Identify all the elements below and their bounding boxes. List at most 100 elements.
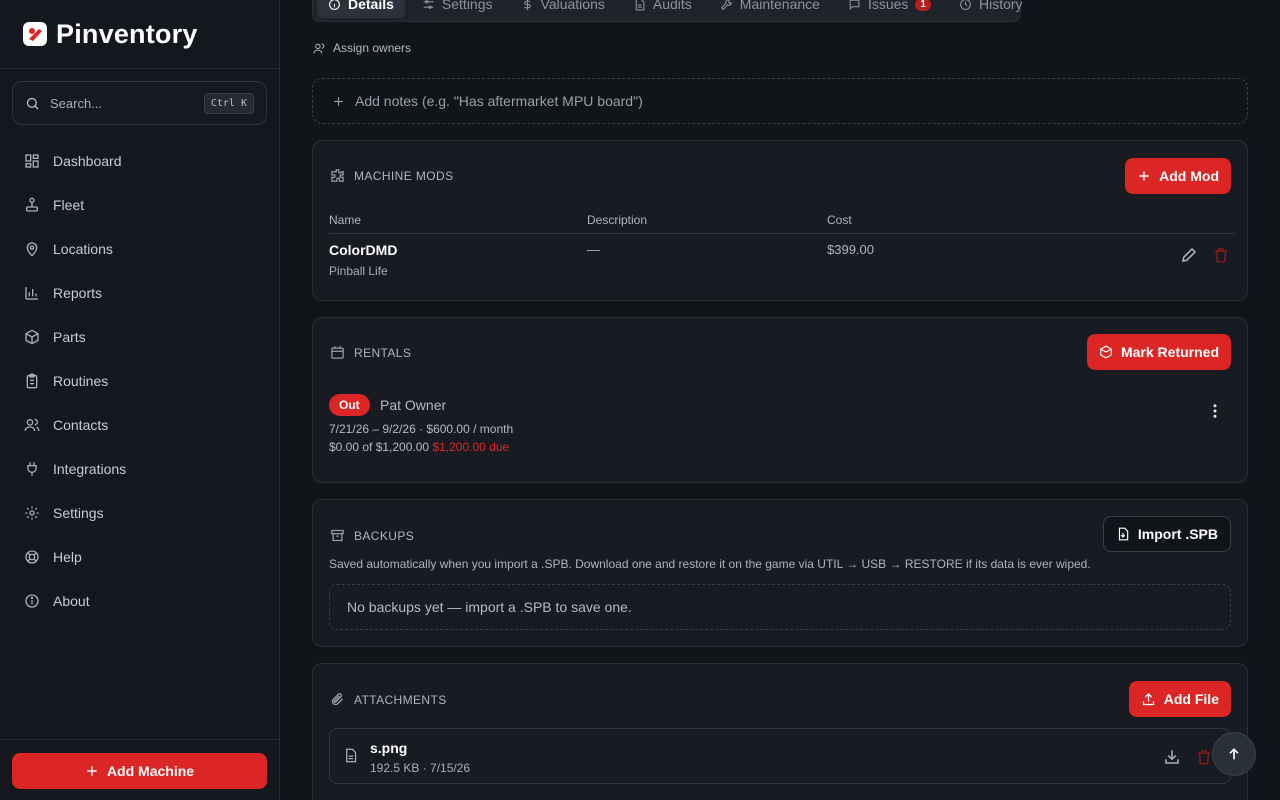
sidebar-item-parts[interactable]: Parts xyxy=(0,315,280,359)
machine-mods-card: MACHINE MODS Add Mod Name Description Co… xyxy=(312,140,1248,301)
column-header-name: Name xyxy=(329,213,362,227)
sidebar-item-label: Parts xyxy=(53,329,86,345)
scroll-to-top-button[interactable] xyxy=(1212,732,1256,776)
calendar-clock-icon xyxy=(331,346,344,359)
file-icon xyxy=(346,748,357,763)
tab-settings[interactable]: Settings xyxy=(411,0,504,18)
assign-owners-label: Assign owners xyxy=(333,41,412,55)
mod-cost: $399.00 xyxy=(827,242,874,257)
brand-name: Pinventory xyxy=(56,18,198,49)
import-spb-button[interactable]: Import .SPB xyxy=(1102,516,1231,552)
upload-icon xyxy=(1142,692,1154,705)
attachments-title: ATTACHMENTS xyxy=(354,692,447,707)
sidebar-item-label: Dashboard xyxy=(53,153,122,169)
delete-icon[interactable] xyxy=(1195,748,1213,766)
attachments-header: ATTACHMENTS xyxy=(330,692,447,707)
table-divider xyxy=(329,233,1235,234)
tab-label: Details xyxy=(348,0,394,12)
sidebar-item-label: Routines xyxy=(53,373,109,389)
assign-owners-link[interactable]: Assign owners xyxy=(313,41,411,55)
sidebar-footer: Add Machine xyxy=(0,739,280,800)
sidebar-item-label: Settings xyxy=(53,505,104,521)
sidebar-item-label: Contacts xyxy=(53,417,109,433)
brand[interactable]: Pinventory xyxy=(0,0,279,69)
sidebar-nav: Dashboard Fleet Locations Reports Parts … xyxy=(0,139,280,623)
rental-due: $1,200.00 due xyxy=(432,440,510,454)
bar-chart-icon xyxy=(25,287,38,300)
search-shortcut: Ctrl K xyxy=(203,92,254,114)
search-icon xyxy=(26,97,39,110)
mod-description: — xyxy=(587,242,600,257)
info-icon xyxy=(329,0,340,10)
sidebar-item-help[interactable]: Help xyxy=(0,535,280,579)
tab-history[interactable]: History xyxy=(948,0,1034,18)
tab-label: Issues xyxy=(867,0,909,12)
dollar-icon xyxy=(523,0,531,10)
life-buoy-icon xyxy=(25,550,39,564)
gear-icon xyxy=(25,506,39,520)
sidebar-item-locations[interactable]: Locations xyxy=(0,227,280,271)
map-pin-icon xyxy=(26,242,38,257)
sidebar-item-settings[interactable]: Settings xyxy=(0,491,280,535)
column-header-description: Description xyxy=(587,213,648,227)
edit-icon[interactable] xyxy=(1180,246,1198,264)
file-name: s.png xyxy=(370,740,408,756)
sidebar-item-about[interactable]: About xyxy=(0,579,280,623)
add-machine-label: Add Machine xyxy=(106,763,195,779)
backups-title: BACKUPS xyxy=(354,528,415,543)
dashboard-icon xyxy=(25,154,39,168)
sidebar-item-contacts[interactable]: Contacts xyxy=(0,403,280,447)
rentals-header: RENTALS xyxy=(330,345,411,360)
search-placeholder: Search... xyxy=(50,95,103,111)
add-mod-button[interactable]: Add Mod xyxy=(1125,158,1231,194)
tab-label: History xyxy=(978,0,1023,12)
add-file-button[interactable]: Add File xyxy=(1128,681,1231,717)
tab-maintenance[interactable]: Maintenance xyxy=(709,0,831,18)
tab-details[interactable]: Details xyxy=(317,0,405,18)
brand-logo-icon xyxy=(23,22,47,46)
tab-label: Valuations xyxy=(540,0,605,12)
tab-audits[interactable]: Audits xyxy=(622,0,703,18)
tab-issues[interactable]: Issues 1 xyxy=(837,0,942,18)
rental-period: 7/21/26 – 9/2/26 · $600.00 / month xyxy=(329,422,514,436)
download-icon[interactable] xyxy=(1163,748,1181,766)
sidebar-item-dashboard[interactable]: Dashboard xyxy=(0,139,280,183)
sliders-icon xyxy=(423,0,434,9)
rentals-card: RENTALS Mark Returned Out Pat Owner 7/21… xyxy=(312,317,1248,483)
delete-icon[interactable] xyxy=(1212,246,1230,264)
backups-card: BACKUPS Import .SPB Saved automatically … xyxy=(312,499,1248,647)
attachments-card: ATTACHMENTS Add File s.png 192.5 KB · 7/… xyxy=(312,663,1248,800)
list-item: s.png 192.5 KB · 7/15/26 xyxy=(329,728,1231,784)
add-machine-button[interactable]: Add Machine xyxy=(12,753,267,789)
wrench-icon xyxy=(720,0,732,10)
arrow-up-icon xyxy=(1229,748,1239,760)
tab-valuations[interactable]: Valuations xyxy=(510,0,616,18)
paperclip-icon xyxy=(331,693,343,706)
plus-icon xyxy=(1139,171,1149,181)
mod-name: ColorDMD xyxy=(329,242,398,258)
file-text-icon xyxy=(635,0,645,10)
machine-mods-title: MACHINE MODS xyxy=(354,168,454,183)
plus-icon xyxy=(87,766,97,776)
box-icon xyxy=(1100,345,1112,359)
backups-description: Saved automatically when you import a .S… xyxy=(329,557,1091,571)
sidebar-item-routines[interactable]: Routines xyxy=(0,359,280,403)
sidebar-item-reports[interactable]: Reports xyxy=(0,271,280,315)
column-header-cost: Cost xyxy=(827,213,852,227)
search-input[interactable]: Search... Ctrl K xyxy=(12,81,267,125)
add-notes-placeholder: Add notes (e.g. "Has aftermarket MPU boa… xyxy=(355,93,643,109)
backups-empty-state: No backups yet — import a .SPB to save o… xyxy=(329,584,1231,630)
rental-paid: $0.00 of $1,200.00 xyxy=(329,440,430,454)
sidebar-item-fleet[interactable]: Fleet xyxy=(0,183,280,227)
sidebar-item-integrations[interactable]: Integrations xyxy=(0,447,280,491)
plug-icon xyxy=(27,462,37,476)
mark-returned-button[interactable]: Mark Returned xyxy=(1086,334,1231,370)
joystick-icon xyxy=(26,197,38,212)
more-vertical-icon[interactable] xyxy=(1206,402,1224,420)
add-notes-field[interactable]: Add notes (e.g. "Has aftermarket MPU boa… xyxy=(312,78,1248,124)
rental-balance: $0.00 of $1,200.00 $1,200.00 due xyxy=(329,440,509,454)
add-mod-label: Add Mod xyxy=(1159,168,1219,184)
rentals-title: RENTALS xyxy=(354,345,412,360)
message-icon xyxy=(849,0,860,10)
issues-count-badge: 1 xyxy=(915,0,931,11)
